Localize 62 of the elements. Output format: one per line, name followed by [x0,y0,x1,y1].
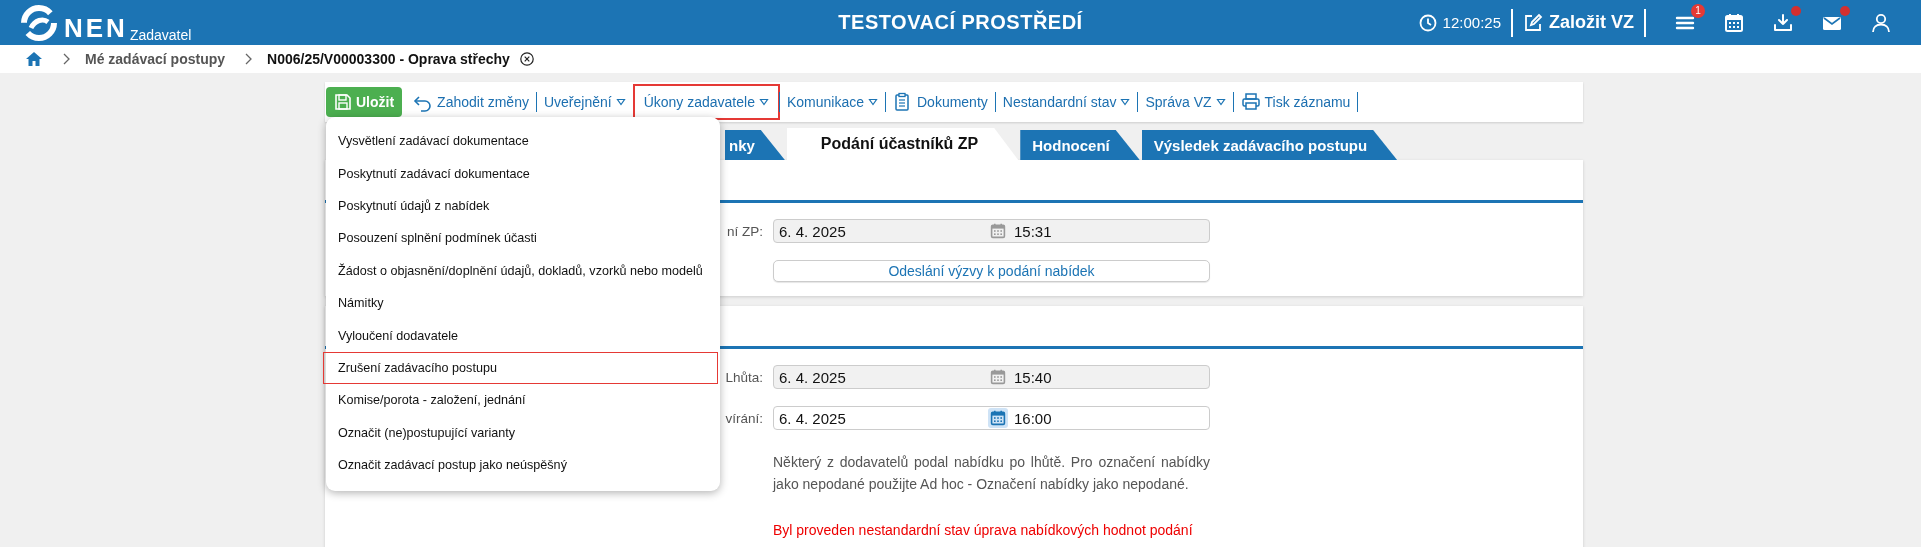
toolbar-dropdown[interactable]: Správa VZ [1138,85,1233,119]
toolbar-button[interactable]: Dokumenty [886,85,995,119]
menu-item[interactable]: Posouzení splnění podmínek účasti [323,222,718,255]
menu-item[interactable]: Komise/porota - založení, jednání [323,384,718,417]
menu-button[interactable]: 1 [1675,3,1705,33]
tab[interactable]: nky [725,130,785,160]
menu-item[interactable]: Poskytnutí zadávací dokumentace [323,157,718,190]
notification-badge: 1 [1691,3,1705,18]
datetime-field[interactable]: 6. 4. 2025 16:00 [773,406,1210,430]
download-icon [1773,12,1793,33]
date-value: 6. 4. 2025 [779,409,847,427]
send-invitation-button[interactable]: Odeslání výzvy k podání nabídek [773,260,1210,282]
warning-text: Byl proveden nestandardní stav úprava nabídkových hodnot podání [773,522,1194,538]
chevron-icon [245,53,254,65]
create-button[interactable]: Založit VZ [1523,12,1634,33]
home-icon[interactable] [25,51,43,67]
time-value: 15:31 [1014,222,1052,240]
caret-icon [758,98,769,106]
logo-text: NEN [64,13,128,42]
caret-icon [1215,98,1226,106]
calendar-icon [1724,12,1744,33]
toolbar-dropdown[interactable]: Komunikace [779,85,885,119]
toolbar-dropdown[interactable]: Úkony zadavatele [633,85,779,119]
calendar-icon[interactable] [988,408,1008,428]
menu-item[interactable]: Vysvětlení zadávací dokumentace [323,125,718,158]
printer-icon [1240,92,1261,112]
time-value: 15:40 [1014,368,1052,386]
menu-item[interactable]: Označit zadávací postup jako neúspěšný [323,448,718,482]
edit-icon [1523,12,1543,33]
menu-item[interactable]: Vyloučení dodavatele [323,319,718,352]
tab[interactable]: Podání účastníků ZP [786,128,1019,160]
breadcrumb-link[interactable]: Mé zadávací postupy [85,51,226,67]
toolbar-dropdown[interactable]: Uveřejnění [536,85,633,119]
date-value: 6. 4. 2025 [779,368,847,386]
toolbar-button[interactable]: Zahodit změny [406,85,536,119]
field-label: Lhůta: [725,369,763,385]
breadcrumb-current: N006/25/V00003300 - Oprava střechy [267,51,510,67]
session-time: 12:00:25 [1442,14,1501,31]
toolbar-dropdown[interactable]: Nestandardní stav [995,85,1138,119]
caret-icon [868,98,878,106]
close-icon[interactable] [519,52,534,66]
logo-icon [20,3,58,42]
environment-title: TESTOVACÍ PROSTŘEDÍ [838,11,1083,34]
menu-item[interactable]: Označit (ne)postupující varianty [323,416,718,449]
menu-item[interactable]: Zrušení zadávacího postupu [323,351,718,385]
date-value: 6. 4. 2025 [779,222,847,240]
menu-item[interactable]: Námitky [323,286,718,320]
time-value: 16:00 [1014,409,1052,427]
menu-item[interactable]: Žádost o objasnění/doplnění údajů, dokladů, vzorků nebo modelů [323,254,718,287]
info-text: Některý z dodavatelů podal nabídku po lhůtě. Pro označení nabídky jako nepodané použijte Ad hoc - Označení nabídky jako nepodané. [773,453,1210,494]
clock-icon [1418,13,1437,32]
toolbar-button[interactable]: Tisk záznamu [1233,85,1358,119]
caret-icon [615,98,626,106]
field-label: vírání: [725,410,763,426]
caret-icon [1120,98,1131,106]
tab[interactable]: Hodnocení [1020,130,1140,160]
user-icon [1871,12,1891,33]
field-label: ní ZP: [727,223,763,239]
app-subtitle: Zadavatel [129,27,192,42]
chevron-icon [63,53,71,65]
menu-item[interactable]: Poskytnutí údajů z nabídek [323,189,718,223]
tab[interactable]: Výsledek zadávacího postupu [1141,130,1398,160]
